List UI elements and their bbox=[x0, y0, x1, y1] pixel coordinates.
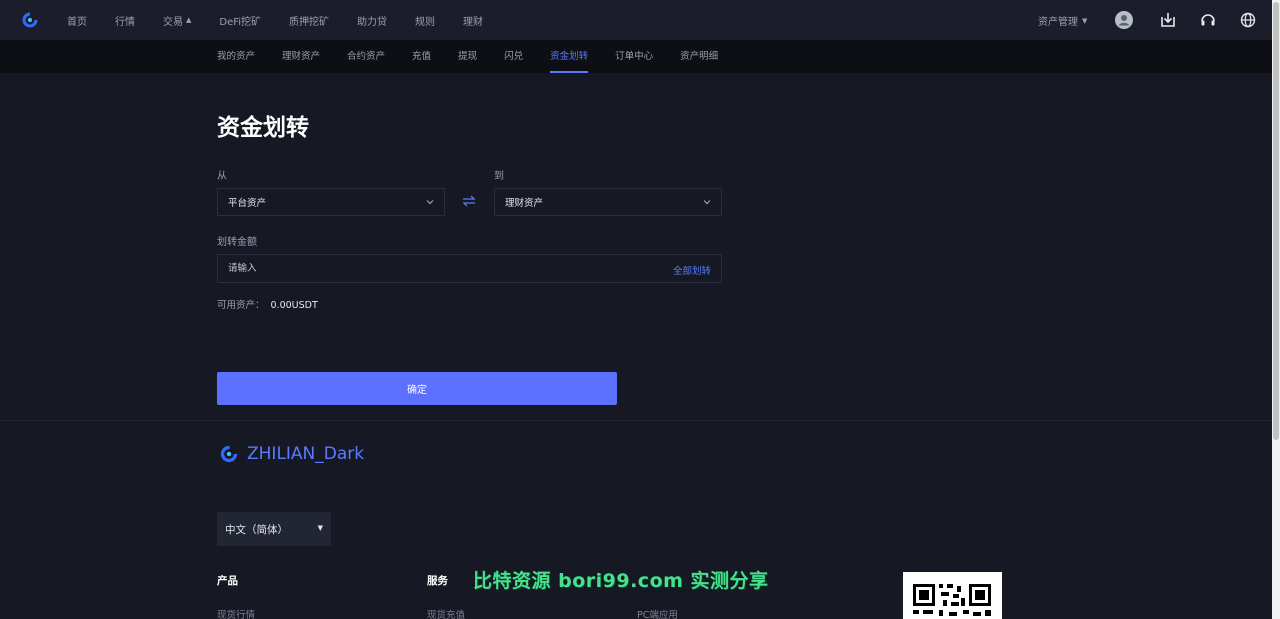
download-icon[interactable] bbox=[1159, 11, 1177, 29]
available-value: 0.00USDT bbox=[270, 300, 318, 311]
scrollbar-thumb[interactable] bbox=[1273, 2, 1279, 440]
main-nav: 首页 行情 交易 ▲ DeFi挖矿 质押挖矿 助力贷 规则 理财 bbox=[67, 0, 511, 40]
nav-trade-label: 交易 bbox=[163, 16, 183, 28]
language-value: 中文（简体） bbox=[225, 523, 288, 536]
footer-link-pc-app[interactable]: PC端应用 bbox=[637, 607, 678, 619]
amount-label: 划转金额 bbox=[217, 237, 257, 248]
chevron-down-icon bbox=[426, 200, 434, 205]
nav-defi[interactable]: DeFi挖矿 bbox=[219, 13, 261, 28]
transfer-all-button[interactable]: 全部划转 bbox=[673, 263, 711, 277]
tab-fund-transfer[interactable]: 资金划转 bbox=[550, 40, 589, 73]
caret-down-icon: ▼ bbox=[1082, 16, 1088, 25]
tab-finance-assets[interactable]: 理财资产 bbox=[282, 40, 320, 73]
nav-home-label: 首页 bbox=[67, 16, 87, 28]
nav-rules-label: 规则 bbox=[415, 16, 436, 28]
asset-management-menu[interactable]: 资产管理 ▼ bbox=[1038, 13, 1088, 29]
to-account-select[interactable]: 理财资产 bbox=[494, 188, 722, 216]
available-label: 可用资产： bbox=[217, 300, 265, 311]
subnav-tabs: 我的资产 理财资产 合约资产 充值 提现 闪兑 资金划转 订单中心 资产明细 bbox=[217, 40, 745, 73]
tab-flash-swap[interactable]: 闪兑 bbox=[504, 40, 523, 73]
tab-deposit[interactable]: 充值 bbox=[412, 40, 431, 73]
asset-subnav: 我的资产 理财资产 合约资产 充值 提现 闪兑 资金划转 订单中心 资产明细 bbox=[0, 40, 1272, 73]
page-title: 资金划转 bbox=[217, 115, 309, 141]
caret-down-icon: ▲ bbox=[186, 16, 192, 24]
headset-icon[interactable] bbox=[1199, 11, 1217, 29]
language-select[interactable]: 中文（简体） ▼ bbox=[217, 512, 331, 546]
from-account-select[interactable]: 平台资产 bbox=[217, 188, 445, 216]
logo-icon bbox=[220, 445, 238, 463]
from-label: 从 bbox=[217, 171, 227, 182]
to-label: 到 bbox=[494, 171, 504, 182]
qr-code-icon bbox=[903, 572, 1002, 619]
top-navbar: 首页 行情 交易 ▲ DeFi挖矿 质押挖矿 助力贷 规则 理财 资产管理 ▼ bbox=[0, 0, 1272, 40]
tab-asset-details[interactable]: 资产明细 bbox=[680, 40, 718, 73]
section-divider bbox=[0, 420, 1272, 421]
user-avatar-icon[interactable] bbox=[1115, 11, 1133, 29]
globe-icon[interactable] bbox=[1239, 11, 1257, 29]
tab-order-center[interactable]: 订单中心 bbox=[615, 40, 653, 73]
footer-link-spot-market[interactable]: 现货行情 bbox=[217, 607, 255, 619]
nav-home[interactable]: 首页 bbox=[67, 13, 87, 28]
footer-services-heading: 服务 bbox=[427, 575, 448, 587]
nav-rules[interactable]: 规则 bbox=[415, 13, 435, 28]
to-account-value: 理财资产 bbox=[505, 198, 544, 209]
nav-market-label: 行情 bbox=[115, 16, 135, 28]
confirm-button[interactable]: 确定 bbox=[217, 372, 617, 405]
amount-field-wrapper: 全部划转 bbox=[217, 254, 722, 283]
footer-brand: ZHILIAN_Dark bbox=[220, 444, 364, 464]
available-balance: 可用资产： 0.00USDT bbox=[217, 297, 318, 311]
swap-icon[interactable] bbox=[462, 195, 476, 207]
caret-down-icon: ▼ bbox=[317, 524, 323, 532]
nav-trade[interactable]: 交易 ▲ bbox=[163, 13, 191, 28]
watermark-text: 比特资源 bori99.com 实测分享 bbox=[473, 570, 769, 592]
tab-withdraw[interactable]: 提现 bbox=[458, 40, 477, 73]
nav-market[interactable]: 行情 bbox=[115, 13, 135, 28]
brand-name: ZHILIAN_Dark bbox=[247, 444, 365, 464]
tab-my-assets[interactable]: 我的资产 bbox=[217, 40, 255, 73]
amount-input[interactable] bbox=[218, 255, 638, 282]
footer-products-heading: 产品 bbox=[217, 575, 238, 587]
footer-link-spot-deposit[interactable]: 现货充值 bbox=[427, 607, 465, 619]
nav-defi-label: DeFi挖矿 bbox=[219, 16, 262, 28]
nav-loan[interactable]: 助力贷 bbox=[357, 13, 387, 28]
from-account-value: 平台资产 bbox=[228, 198, 267, 209]
logo-icon[interactable] bbox=[22, 12, 38, 28]
page-scrollbar[interactable] bbox=[1272, 0, 1280, 619]
nav-finance-label: 理财 bbox=[463, 16, 484, 28]
nav-finance[interactable]: 理财 bbox=[463, 13, 483, 28]
tab-contract-assets[interactable]: 合约资产 bbox=[347, 40, 385, 73]
nav-staking-label: 质押挖矿 bbox=[289, 16, 330, 28]
nav-staking[interactable]: 质押挖矿 bbox=[289, 13, 329, 28]
chevron-down-icon bbox=[703, 200, 711, 205]
asset-management-label: 资产管理 bbox=[1038, 17, 1078, 28]
nav-loan-label: 助力贷 bbox=[357, 16, 388, 28]
